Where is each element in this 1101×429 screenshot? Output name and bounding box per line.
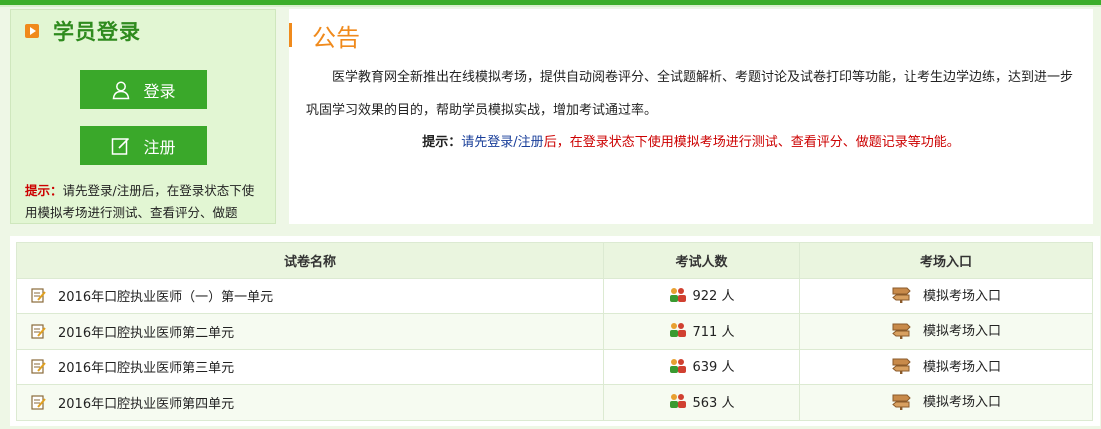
paper-name-cell: 2016年口腔执业医师第二单元 <box>16 313 604 350</box>
exam-count-cell: 922 人 <box>603 277 800 314</box>
signpost-icon <box>892 323 911 339</box>
signpost-icon <box>892 287 911 303</box>
exam-entry-cell: 模拟考场入口 <box>799 313 1093 350</box>
register-button[interactable]: 注册 <box>80 126 207 165</box>
exam-entry-link[interactable]: 模拟考场入口 <box>891 285 1001 304</box>
login-panel: 学员登录 登录 注册 提示：请先登录/注册后，在登录状态下使用模拟考场进行测试、… <box>10 9 276 224</box>
paper-name-cell: 2016年口腔执业医师第三单元 <box>16 348 604 385</box>
exam-entry-label: 模拟考场入口 <box>922 359 1001 375</box>
exam-table-panel: 试卷名称 考试人数 考场入口 2016年口腔执业医师（一）第一单元 922 人 … <box>10 236 1100 426</box>
paper-name[interactable]: 2016年口腔执业医师第四单元 <box>58 393 234 412</box>
exam-count: 922 人 <box>692 289 735 304</box>
paper-edit-icon <box>31 395 46 410</box>
notice-tip-label: 提示： <box>422 135 462 150</box>
signpost-icon <box>892 394 911 410</box>
login-button-label: 登录 <box>143 81 176 101</box>
notice-tip: 提示：请先登录/注册后，在登录状态下使用模拟考场进行测试、查看评分、做题记录等功… <box>289 131 1093 155</box>
paper-edit-icon <box>31 359 46 374</box>
table-row: 2016年口腔执业医师第三单元 639 人 模拟考场入口 <box>16 348 1093 385</box>
exam-count: 711 人 <box>692 324 735 340</box>
exam-count-cell: 563 人 <box>603 384 800 421</box>
exam-count-cell: 711 人 <box>603 313 800 350</box>
login-title: 学员登录 <box>53 20 141 44</box>
login-button[interactable]: 登录 <box>80 70 207 109</box>
exam-count: 563 人 <box>692 395 735 411</box>
exam-entry-cell: 模拟考场入口 <box>799 384 1093 421</box>
table-header-row: 试卷名称 考试人数 考场入口 <box>16 242 1093 279</box>
login-header: 学员登录 <box>25 16 141 46</box>
notice-body: 医学教育网全新推出在线模拟考场，提供自动阅卷评分、全试题解析、考题讨论及试卷打印… <box>306 70 1074 118</box>
signpost-icon <box>892 358 911 374</box>
notice-tip-text: 后，在登录状态下使用模拟考场进行测试、查看评分、做题记录等功能。 <box>543 135 960 150</box>
exam-entry-label: 模拟考场入口 <box>922 288 1001 304</box>
top-rule <box>0 5 1101 7</box>
people-icon <box>669 394 686 408</box>
notice-accent-bar <box>289 23 292 47</box>
header-exam-entry: 考场入口 <box>799 242 1093 279</box>
paper-name[interactable]: 2016年口腔执业医师（一）第一单元 <box>58 286 273 305</box>
notice-title: 公告 <box>312 23 360 52</box>
paper-name-cell: 2016年口腔执业医师第四单元 <box>16 384 604 421</box>
play-icon <box>25 24 39 38</box>
header-paper-name: 试卷名称 <box>16 242 604 279</box>
table-row: 2016年口腔执业医师第四单元 563 人 模拟考场入口 <box>16 384 1093 421</box>
paper-name[interactable]: 2016年口腔执业医师第二单元 <box>58 322 234 341</box>
table-row: 2016年口腔执业医师（一）第一单元 922 人 模拟考场入口 <box>16 277 1093 314</box>
register-button-label: 注册 <box>143 137 176 157</box>
paper-edit-icon <box>31 288 46 303</box>
paper-name-cell: 2016年口腔执业医师（一）第一单元 <box>16 277 604 314</box>
user-icon <box>113 81 130 99</box>
table-row: 2016年口腔执业医师第二单元 711 人 模拟考场入口 <box>16 313 1093 350</box>
edit-icon <box>112 137 130 155</box>
paper-edit-icon <box>31 324 46 339</box>
exam-entry-label: 模拟考场入口 <box>922 395 1001 410</box>
notice-tip-link[interactable]: 请先登录/注册 <box>461 135 543 150</box>
paper-name[interactable]: 2016年口腔执业医师第三单元 <box>58 357 234 376</box>
notice-header: 公告 <box>289 19 360 52</box>
exam-count: 639 人 <box>692 360 735 375</box>
exam-entry-link[interactable]: 模拟考场入口 <box>891 356 1001 375</box>
exam-table: 试卷名称 考试人数 考场入口 2016年口腔执业医师（一）第一单元 922 人 … <box>16 242 1093 421</box>
login-tip-label: 提示： <box>25 183 63 198</box>
exam-entry-link[interactable]: 模拟考场入口 <box>891 391 1001 410</box>
exam-count-cell: 639 人 <box>603 348 800 385</box>
exam-entry-cell: 模拟考场入口 <box>799 348 1093 385</box>
exam-entry-link[interactable]: 模拟考场入口 <box>891 320 1001 339</box>
exam-entry-cell: 模拟考场入口 <box>799 277 1093 314</box>
notice-panel: 公告 医学教育网全新推出在线模拟考场，提供自动阅卷评分、全试题解析、考题讨论及试… <box>289 9 1093 224</box>
exam-entry-label: 模拟考场入口 <box>922 324 1001 339</box>
people-icon <box>669 287 686 302</box>
people-icon <box>669 358 686 373</box>
header-exam-count: 考试人数 <box>603 242 800 279</box>
login-tip: 提示：请先登录/注册后，在登录状态下使用模拟考场进行测试、查看评分、做题 <box>25 180 265 223</box>
people-icon <box>669 323 686 337</box>
